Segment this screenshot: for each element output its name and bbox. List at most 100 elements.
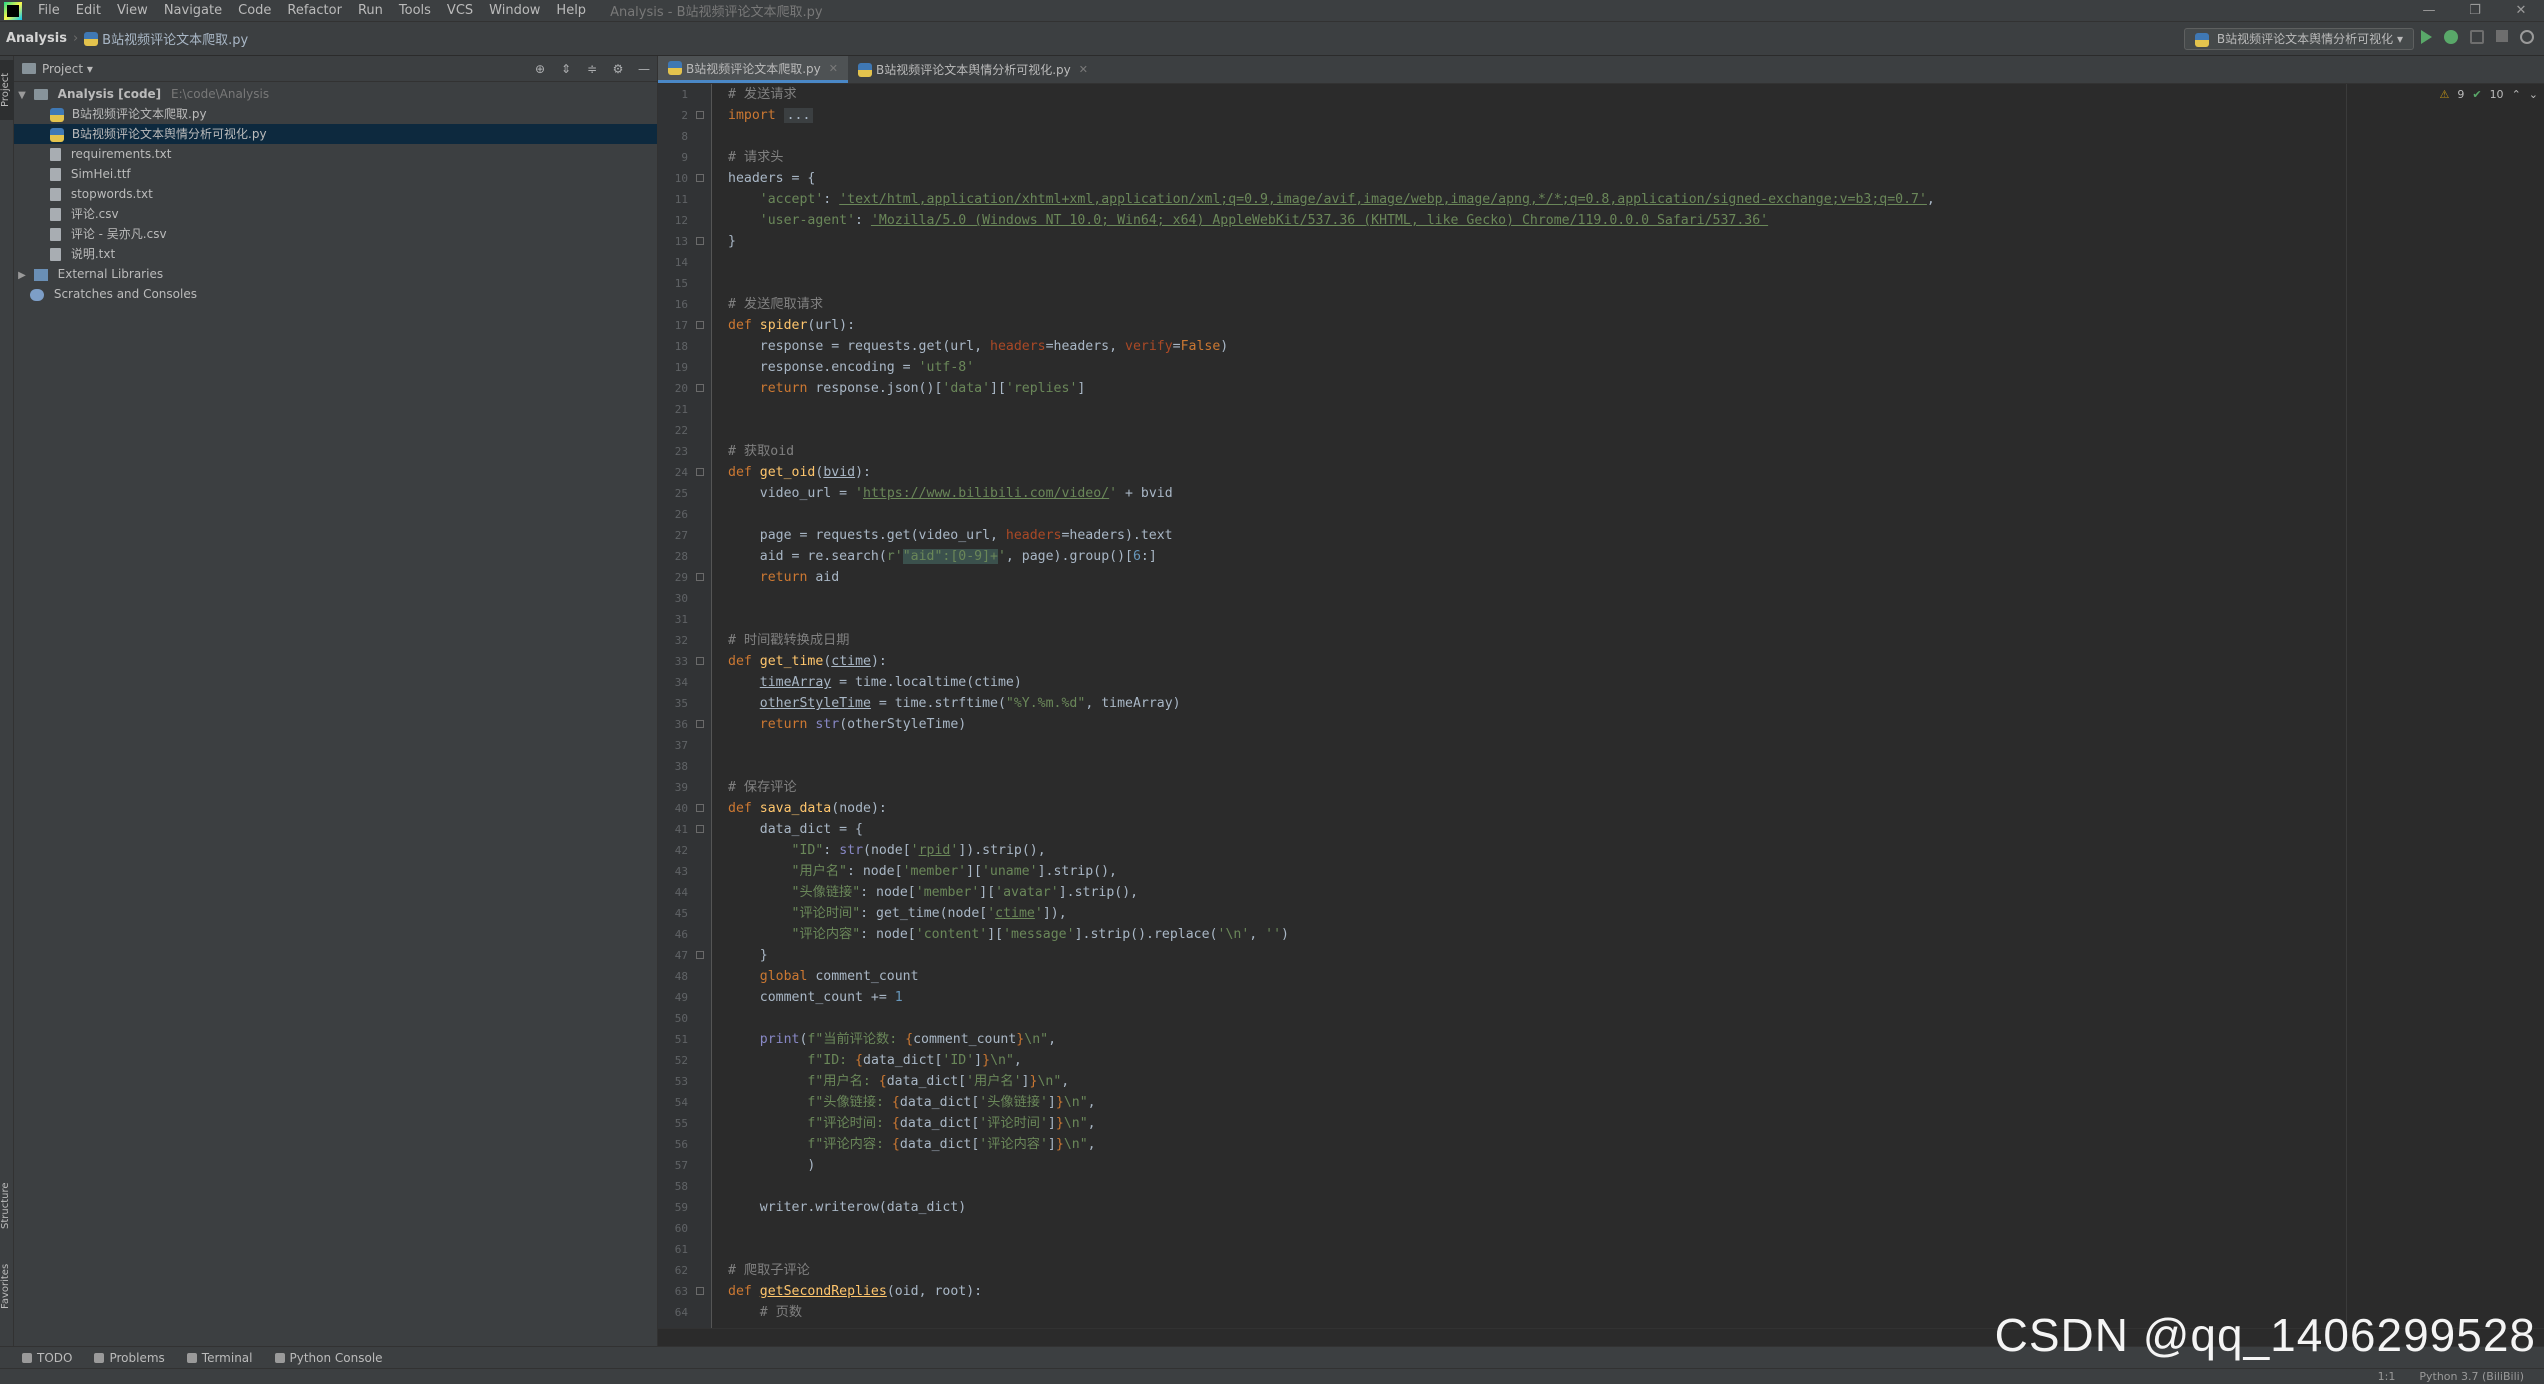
tree-external-label: External Libraries (57, 267, 164, 281)
tree-file[interactable]: 评论.csv (14, 204, 657, 224)
stop-icon[interactable] (2496, 30, 2508, 42)
code-line: 59 writer.writerow(data_dict) (674, 1200, 967, 1215)
tree-file[interactable]: stopwords.txt (14, 184, 657, 204)
minimize-icon[interactable]: — (2406, 0, 2452, 22)
project-view-select[interactable]: Project (42, 62, 83, 76)
coverage-icon[interactable] (2470, 30, 2484, 44)
fold-icon[interactable] (696, 384, 704, 392)
search-icon[interactable] (2520, 30, 2534, 44)
menu-vcs[interactable]: VCS (439, 0, 481, 22)
tab[interactable]: B站视频评论文本舆情分析可视化.py ✕ (848, 56, 1098, 83)
code-editor[interactable]: 1 # 发送请求 2 import ... 8 9 # 请求头 10 headers =… (658, 84, 2544, 1328)
hide-icon[interactable]: — (637, 62, 651, 76)
code-line: 44 "头像链接": node['member']['avatar'].stri… (674, 885, 1139, 900)
fold-icon[interactable] (696, 468, 704, 476)
status-bar: 1:1 Python 3.7 (BiliBili) (0, 1368, 2544, 1384)
fold-icon[interactable] (696, 720, 704, 728)
code-line: 36 return str(otherStyleTime) (674, 717, 967, 732)
menu-help[interactable]: Help (548, 0, 594, 22)
tree-file[interactable]: requirements.txt (14, 144, 657, 164)
menu-edit[interactable]: Edit (68, 0, 109, 22)
code-line: 47 } (674, 948, 768, 963)
code-line: 26 (674, 508, 688, 521)
fold-icon[interactable] (696, 1287, 704, 1295)
tree-external-libraries[interactable]: ▶ External Libraries (14, 264, 657, 284)
close-icon[interactable]: ✕ (2498, 0, 2544, 22)
fold-icon[interactable] (696, 951, 704, 959)
fold-icon[interactable] (696, 111, 704, 119)
debug-icon[interactable] (2444, 30, 2458, 44)
menu-run[interactable]: Run (350, 0, 391, 22)
menu-refactor[interactable]: Refactor (279, 0, 350, 22)
tool-python-console-label: Python Console (289, 1350, 383, 1365)
tool-window-project[interactable]: Project (0, 60, 14, 120)
tree-file[interactable]: SimHei.ttf (14, 164, 657, 184)
fold-icon[interactable] (696, 321, 704, 329)
tab-label: B站视频评论文本舆情分析可视化.py (876, 63, 1071, 77)
fold-icon[interactable] (696, 237, 704, 245)
chevron-down-icon[interactable]: ▼ (14, 86, 30, 106)
library-icon (33, 268, 48, 281)
pycharm-logo-icon (4, 1, 22, 20)
tree-file-selected[interactable]: B站视频评论文本舆情分析可视化.py (14, 124, 657, 144)
chevron-down-icon[interactable]: ▾ (83, 62, 93, 76)
navigation-bar: Analysis › B站视频评论文本爬取.py B站视频评论文本舆情分析可视化… (0, 22, 2544, 56)
project-panel-tools: ⊕ ⇕ ≑ ⚙ — (533, 62, 651, 76)
python-file-icon (858, 62, 872, 77)
tool-window-favorites[interactable]: Favorites (0, 1256, 14, 1316)
folder-icon (33, 89, 48, 100)
caret-position[interactable]: 1:1 (2378, 1370, 2396, 1383)
gear-icon[interactable]: ⚙ (611, 62, 625, 76)
tree-file-label: stopwords.txt (70, 187, 153, 201)
tree-file[interactable]: 评论 - 吴亦凡.csv (14, 224, 657, 244)
fold-icon[interactable] (696, 573, 704, 581)
menu-navigate[interactable]: Navigate (156, 0, 230, 22)
code-line: 57 ) (674, 1158, 816, 1173)
fold-icon[interactable] (696, 825, 704, 833)
tree-file-label: SimHei.ttf (70, 167, 131, 181)
code-line: 53 f"用户名: {data_dict['用户名']}\n", (674, 1074, 1070, 1089)
tree-scratches[interactable]: Scratches and Consoles (14, 284, 657, 304)
fold-icon[interactable] (696, 174, 704, 182)
chevron-right-icon[interactable]: ▶ (14, 266, 30, 286)
locate-icon[interactable]: ⊕ (533, 62, 547, 76)
font-file-icon (50, 168, 61, 181)
code-line: 62 # 爬取子评论 (674, 1263, 810, 1278)
fold-icon[interactable] (696, 657, 704, 665)
tool-problems[interactable]: Problems (94, 1351, 165, 1365)
python-file-icon (50, 127, 64, 142)
tree-file[interactable]: B站视频评论文本爬取.py (14, 104, 657, 124)
tool-todo[interactable]: TODO (22, 1351, 72, 1365)
breadcrumb-project[interactable]: Analysis (6, 31, 67, 46)
breadcrumb-file[interactable]: B站视频评论文本爬取.py (102, 29, 248, 48)
run-configuration-select[interactable]: B站视频评论文本舆情分析可视化 ▾ (2184, 28, 2414, 50)
code-line: 20 return response.json()['data']['repli… (674, 381, 1086, 396)
run-icon[interactable] (2421, 30, 2432, 44)
expand-all-icon[interactable]: ⇕ (559, 62, 573, 76)
code-line: 8 (681, 130, 688, 143)
window-title: Analysis - B站视频评论文本爬取.py (610, 5, 823, 20)
tab-active[interactable]: B站视频评论文本爬取.py ✕ (658, 56, 848, 83)
restore-icon[interactable]: ❐ (2452, 0, 2498, 22)
menu-view[interactable]: View (109, 0, 156, 22)
tool-terminal[interactable]: Terminal (186, 1351, 253, 1365)
code-line: 19 response.encoding = 'utf-8' (674, 360, 975, 375)
close-icon[interactable]: ✕ (829, 62, 838, 75)
tree-root[interactable]: ▼ Analysis [code] E:\code\Analysis (14, 84, 657, 104)
menu-code[interactable]: Code (230, 0, 279, 22)
code-line: 11 'accept': 'text/html,application/xhtm… (674, 192, 1935, 207)
tree-file[interactable]: 说明.txt (14, 244, 657, 264)
interpreter-select[interactable]: Python 3.7 (BiliBili) (2419, 1370, 2524, 1383)
fold-icon[interactable] (696, 804, 704, 812)
tree-file-label: requirements.txt (70, 147, 172, 161)
close-icon[interactable]: ✕ (1079, 63, 1088, 76)
code-line: 37 (674, 739, 688, 752)
collapse-all-icon[interactable]: ≑ (585, 62, 599, 76)
code-line: 13} (674, 234, 736, 249)
tool-python-console[interactable]: Python Console (274, 1350, 383, 1365)
code-line: 1 # 发送请求 (681, 87, 797, 102)
tool-window-structure[interactable]: Structure (0, 1176, 14, 1236)
menu-window[interactable]: Window (481, 0, 548, 22)
menu-tools[interactable]: Tools (391, 0, 439, 22)
menu-file[interactable]: File (30, 0, 68, 22)
